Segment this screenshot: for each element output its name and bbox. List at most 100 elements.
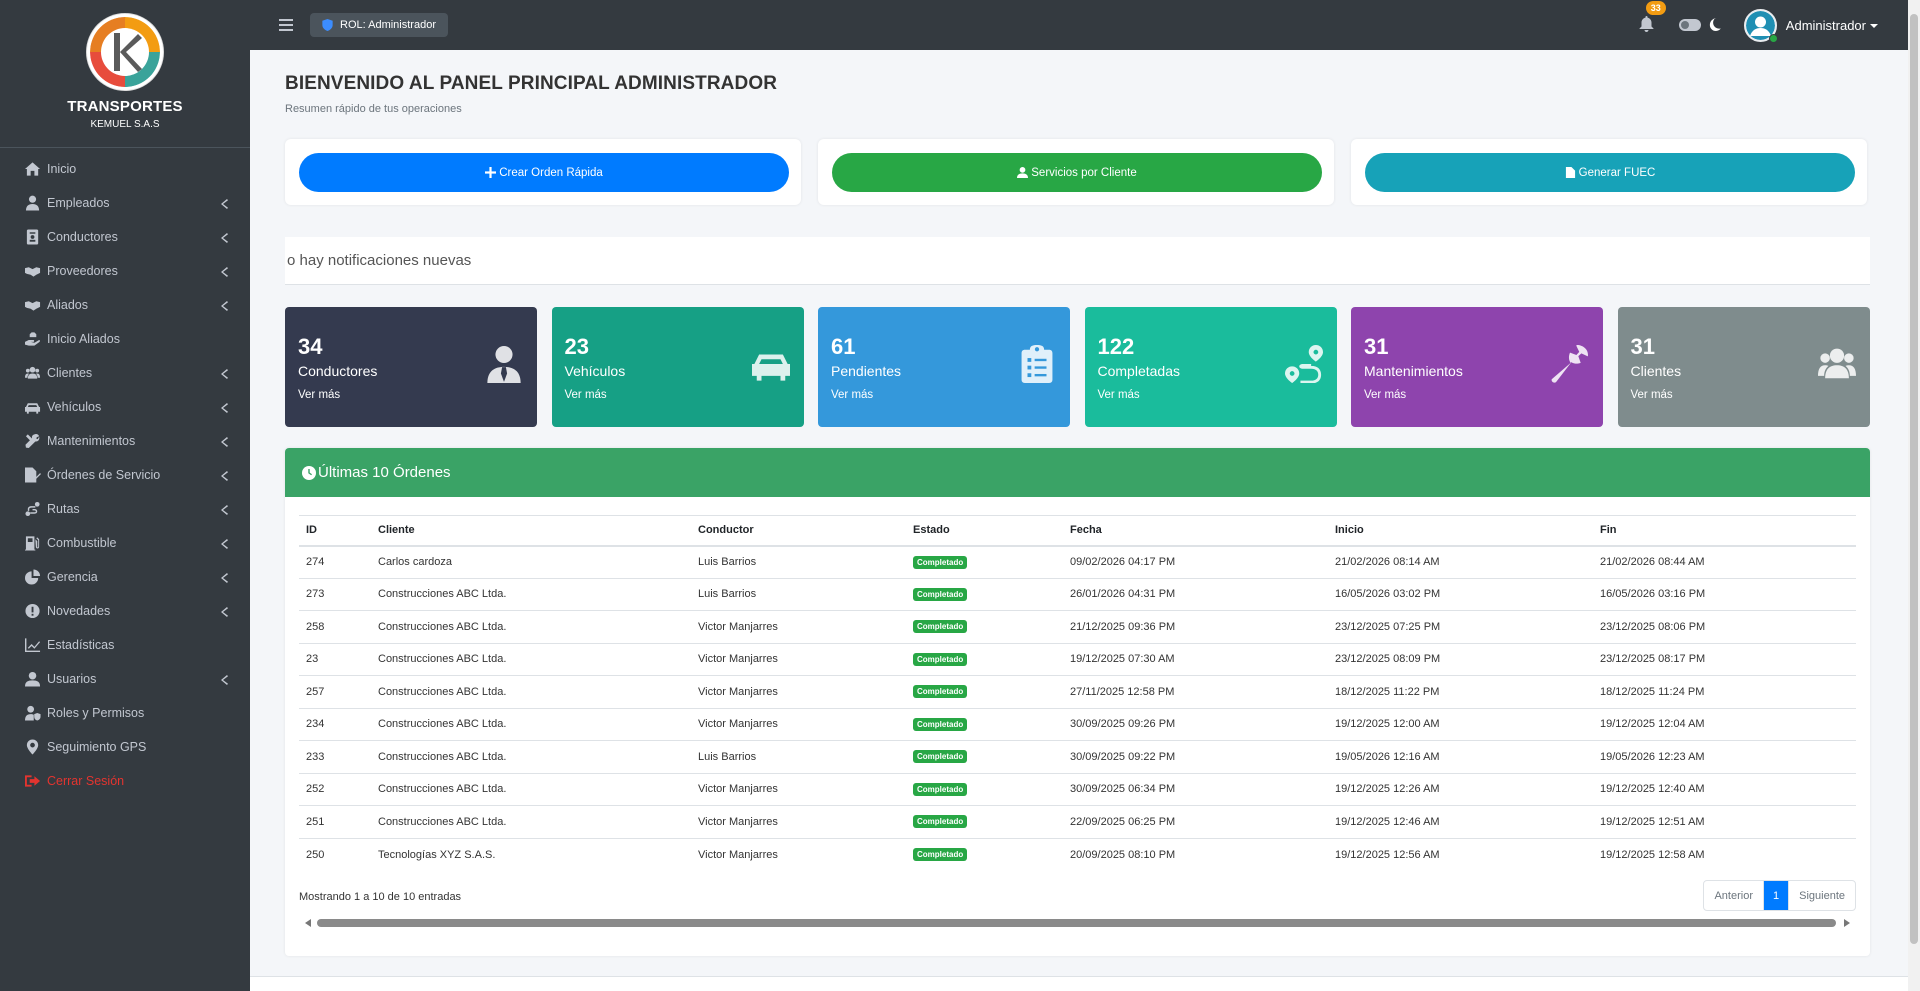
- table-cell: Completado: [906, 610, 1063, 644]
- sidebar-item-novedades[interactable]: Novedades: [0, 594, 250, 628]
- table-cell: 19/12/2025 12:40 AM: [1593, 773, 1856, 806]
- hand-holding-icon: [24, 331, 42, 347]
- table-cell: Completado: [906, 838, 1063, 871]
- pagination-previous[interactable]: Anterior: [1704, 881, 1764, 910]
- chart-line-icon: [24, 637, 42, 653]
- sidebar-item-ordenes-de-servicio[interactable]: Órdenes de Servicio: [0, 458, 250, 492]
- quick-action-card: Crear Orden Rápida: [285, 139, 801, 205]
- chevron-left-icon: [220, 674, 228, 685]
- services-by-client-button[interactable]: Servicios por Cliente: [832, 153, 1322, 192]
- table-cell: 250: [306, 848, 325, 861]
- sidebar-item-label: Órdenes de Servicio: [47, 468, 161, 482]
- column-header[interactable]: Conductor: [691, 515, 906, 547]
- sidebar-item-rutas[interactable]: Rutas: [0, 492, 250, 526]
- horizontal-scrollbar[interactable]: [299, 918, 1856, 928]
- sidebar-item-label: Combustible: [47, 536, 117, 550]
- stat-more-link[interactable]: Ver más: [1364, 389, 1406, 401]
- table-cell: Completado: [906, 773, 1063, 806]
- sidebar-item-inicio[interactable]: Inicio: [0, 152, 250, 186]
- stat-card-maintenance[interactable]: 31 Mantenimientos Ver más: [1351, 307, 1603, 427]
- stat-more-link[interactable]: Ver más: [565, 389, 607, 401]
- scroll-left-icon[interactable]: [305, 919, 311, 927]
- user-icon: [24, 671, 42, 687]
- stat-label: Pendientes: [831, 363, 902, 379]
- sidebar-item-label: Rutas: [47, 502, 80, 516]
- caret-down-icon: [1870, 24, 1878, 28]
- sidebar-item-vehiculos[interactable]: Vehículos: [0, 390, 250, 424]
- generate-fuec-button[interactable]: Generar FUEC: [1365, 153, 1855, 192]
- table-cell: Luis Barrios: [691, 545, 906, 579]
- notifications-button[interactable]: 33: [1639, 1, 1666, 34]
- sidebar-item-seguimiento-gps[interactable]: Seguimiento GPS: [0, 730, 250, 764]
- sidebar-item-proveedores[interactable]: Proveedores: [0, 254, 250, 288]
- sidebar-item-conductores[interactable]: Conductores: [0, 220, 250, 254]
- clipboard-list-icon: [1018, 345, 1056, 383]
- column-header[interactable]: ID: [299, 515, 371, 547]
- column-header[interactable]: Fecha: [1063, 515, 1328, 547]
- brand-subtitle: KEMUEL S.A.S: [90, 119, 160, 130]
- table-cell: 19/12/2025 12:46 AM: [1328, 805, 1593, 839]
- dark-mode-toggle[interactable]: [1678, 19, 1701, 31]
- users-icon: [24, 365, 42, 381]
- pagination-page-1[interactable]: 1: [1764, 881, 1789, 910]
- menu-toggle-icon[interactable]: [279, 19, 293, 31]
- table-cell: 23/12/2025 08:06 PM: [1593, 610, 1856, 644]
- sidebar-item-aliados[interactable]: Aliados: [0, 288, 250, 322]
- table-cell: 274: [299, 545, 371, 579]
- table-cell: Construcciones ABC Ltda.: [371, 740, 691, 774]
- sidebar-item-label: Inicio: [47, 162, 77, 176]
- pagination-next[interactable]: Siguiente: [1788, 881, 1855, 910]
- table-cell: 23/12/2025 08:17 PM: [1593, 643, 1856, 676]
- table-cell: 21/12/2025 09:36 PM: [1063, 610, 1328, 644]
- scrollbar-thumb[interactable]: [317, 919, 1836, 927]
- sidebar: TRANSPORTES KEMUEL S.A.S Inicio Empleados…: [0, 0, 250, 991]
- notification-ticker: o hay notificaciones nuevas: [285, 237, 1870, 285]
- table-cell: 23: [299, 643, 371, 676]
- stat-more-link[interactable]: Ver más: [1098, 389, 1140, 401]
- sidebar-item-gerencia[interactable]: Gerencia: [0, 560, 250, 594]
- handshake-icon: [24, 297, 42, 313]
- sidebar-item-label: Roles y Permisos: [47, 706, 145, 720]
- sidebar-item-label: Empleados: [47, 196, 110, 210]
- stat-card-vehicles[interactable]: 23 Vehículos Ver más: [551, 307, 804, 427]
- stat-more-link[interactable]: Ver más: [298, 389, 340, 401]
- column-header[interactable]: Cliente: [371, 515, 691, 547]
- file-icon: [1565, 167, 1575, 178]
- sidebar-item-estadisticas[interactable]: Estadísticas: [0, 628, 250, 662]
- stat-card-drivers[interactable]: 34 Conductores Ver más: [285, 307, 537, 427]
- brand: TRANSPORTES KEMUEL S.A.S: [0, 0, 250, 148]
- sidebar-item-roles-y-permisos[interactable]: Roles y Permisos: [0, 696, 250, 730]
- table-cell: 258: [299, 610, 371, 644]
- sidebar-item-mantenimientos[interactable]: Mantenimientos: [0, 424, 250, 458]
- sidebar-item-cerrar-sesion[interactable]: Cerrar Sesión: [0, 764, 250, 798]
- id-card-icon: [24, 229, 42, 245]
- stat-card-completed[interactable]: 122 Completadas Ver más: [1084, 307, 1337, 427]
- user-menu[interactable]: Administrador: [1743, 8, 1878, 43]
- vertical-scrollbar[interactable]: [1908, 0, 1920, 991]
- stat-card-pending[interactable]: 61 Pendientes Ver más: [818, 307, 1070, 427]
- column-header[interactable]: Fin: [1593, 515, 1856, 547]
- sidebar-item-inicio-aliados[interactable]: Inicio Aliados: [0, 322, 250, 356]
- chevron-left-icon: [220, 368, 228, 379]
- sidebar-item-clientes[interactable]: Clientes: [0, 356, 250, 390]
- table-cell: Victor Manjarres: [691, 773, 906, 806]
- stat-more-link[interactable]: Ver más: [831, 389, 873, 401]
- route-icon: [24, 501, 42, 517]
- scroll-right-icon[interactable]: [1844, 919, 1850, 927]
- sidebar-item-usuarios[interactable]: Usuarios: [0, 662, 250, 696]
- online-status-dot: [1768, 33, 1778, 43]
- stat-more-link[interactable]: Ver más: [1631, 389, 1673, 401]
- column-header[interactable]: Estado: [906, 515, 1063, 547]
- create-quick-order-button[interactable]: Crear Orden Rápida: [299, 153, 789, 192]
- sidebar-item-empleados[interactable]: Empleados: [0, 186, 250, 220]
- status-badge: Completado: [913, 685, 968, 699]
- sidebar-item-label: Vehículos: [47, 400, 102, 414]
- scrollbar-thumb[interactable]: [1910, 14, 1918, 944]
- table-cell: Construcciones ABC Ltda.: [371, 610, 691, 644]
- sidebar-item-combustible[interactable]: Combustible: [0, 526, 250, 560]
- chevron-left-icon: [220, 606, 228, 617]
- stat-card-clients[interactable]: 31 Clientes Ver más: [1617, 307, 1870, 427]
- map-marker-icon: [24, 739, 42, 755]
- table-cell: Construcciones ABC Ltda.: [371, 675, 691, 709]
- column-header[interactable]: Inicio: [1328, 515, 1593, 547]
